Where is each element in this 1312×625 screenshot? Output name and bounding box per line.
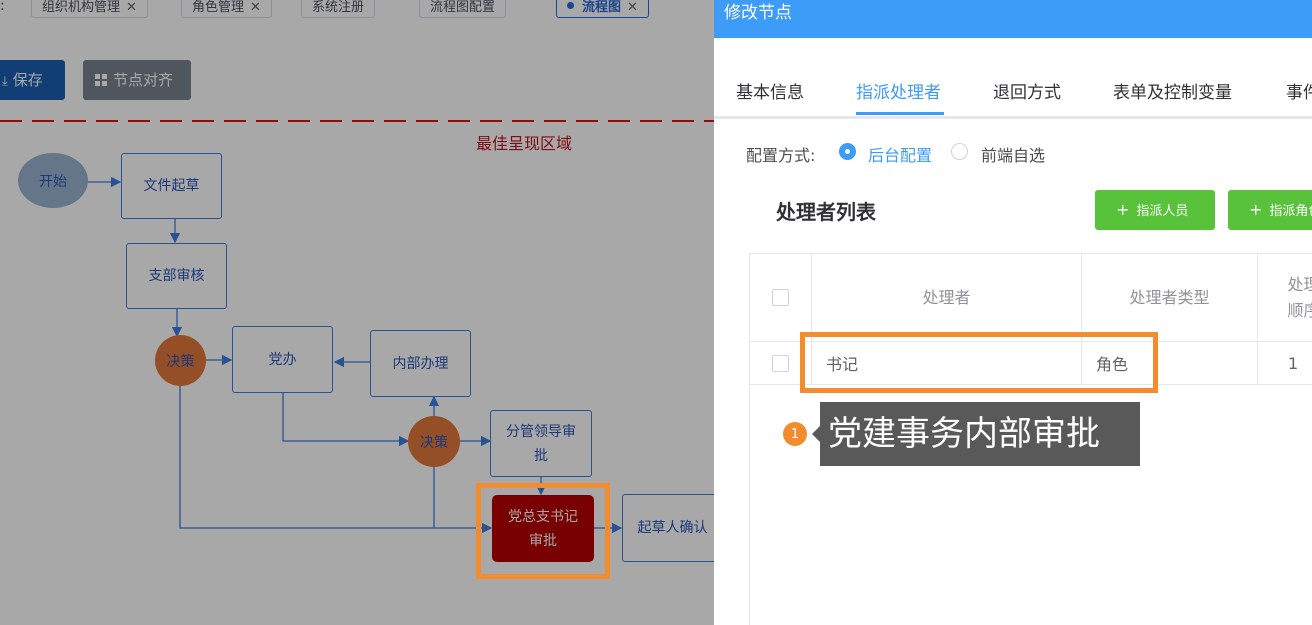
radio-frontend-select[interactable] — [951, 143, 968, 160]
plus-icon: + — [1249, 200, 1263, 219]
tab-basic-info[interactable]: 基本信息 — [736, 78, 804, 103]
radio-frontend-label[interactable]: 前端自选 — [981, 142, 1045, 166]
drawer-title: 修改节点 — [724, 3, 792, 23]
config-mode-label: 配置方式: — [746, 146, 816, 165]
select-all-checkbox[interactable] — [772, 289, 789, 306]
assign-person-button[interactable]: + 指派人员 — [1095, 190, 1215, 230]
header-select-all — [750, 254, 812, 342]
assign-role-button[interactable]: + 指派角色 — [1228, 190, 1312, 230]
header-handler-type: 处理者类型 — [1082, 254, 1258, 342]
header-handler: 处理者 — [812, 254, 1082, 342]
tab-return-method[interactable]: 退回方式 — [993, 78, 1061, 103]
row-highlight — [800, 332, 1158, 393]
header-order-label: 处理 — [1287, 274, 1312, 294]
step-badge: 1 — [783, 422, 807, 446]
order-value: 1 — [1288, 353, 1299, 373]
radio-backend-label[interactable]: 后台配置 — [868, 142, 932, 166]
tab-events[interactable]: 事件 — [1286, 78, 1312, 103]
selected-node-highlight — [476, 483, 610, 579]
handler-list-title: 处理者列表 — [776, 200, 876, 224]
table-cell-order: 1 — [1258, 342, 1312, 385]
row-checkbox[interactable] — [772, 354, 789, 372]
step-number: 1 — [790, 426, 800, 442]
assign-role-label: 指派角色 — [1269, 204, 1312, 219]
header-handler-label: 处理者 — [922, 287, 971, 307]
radio-backend-config[interactable] — [839, 143, 856, 160]
active-tab-indicator — [856, 112, 944, 115]
edit-node-drawer: 修改节点 基本信息 指派处理者 退回方式 表单及控制变量 事件 配置方式: 后台… — [714, 0, 1312, 625]
header-order-label: 顺序 — [1287, 300, 1312, 320]
assign-person-label: 指派人员 — [1136, 204, 1189, 219]
tab-assign-handler[interactable]: 指派处理者 — [856, 78, 941, 103]
header-type-label: 处理者类型 — [1129, 287, 1210, 307]
tab-form-variables[interactable]: 表单及控制变量 — [1113, 78, 1232, 103]
tooltip-text: 党建事务内部审批 — [828, 414, 1100, 454]
header-order: 处理 顺序 — [1258, 254, 1312, 342]
plus-icon: + — [1116, 200, 1130, 219]
annotation-tooltip: 党建事务内部审批 — [820, 402, 1140, 466]
drawer-header: 修改节点 — [714, 0, 1312, 38]
drawer-tabs: 基本信息 指派处理者 退回方式 表单及控制变量 事件 — [714, 60, 1312, 119]
